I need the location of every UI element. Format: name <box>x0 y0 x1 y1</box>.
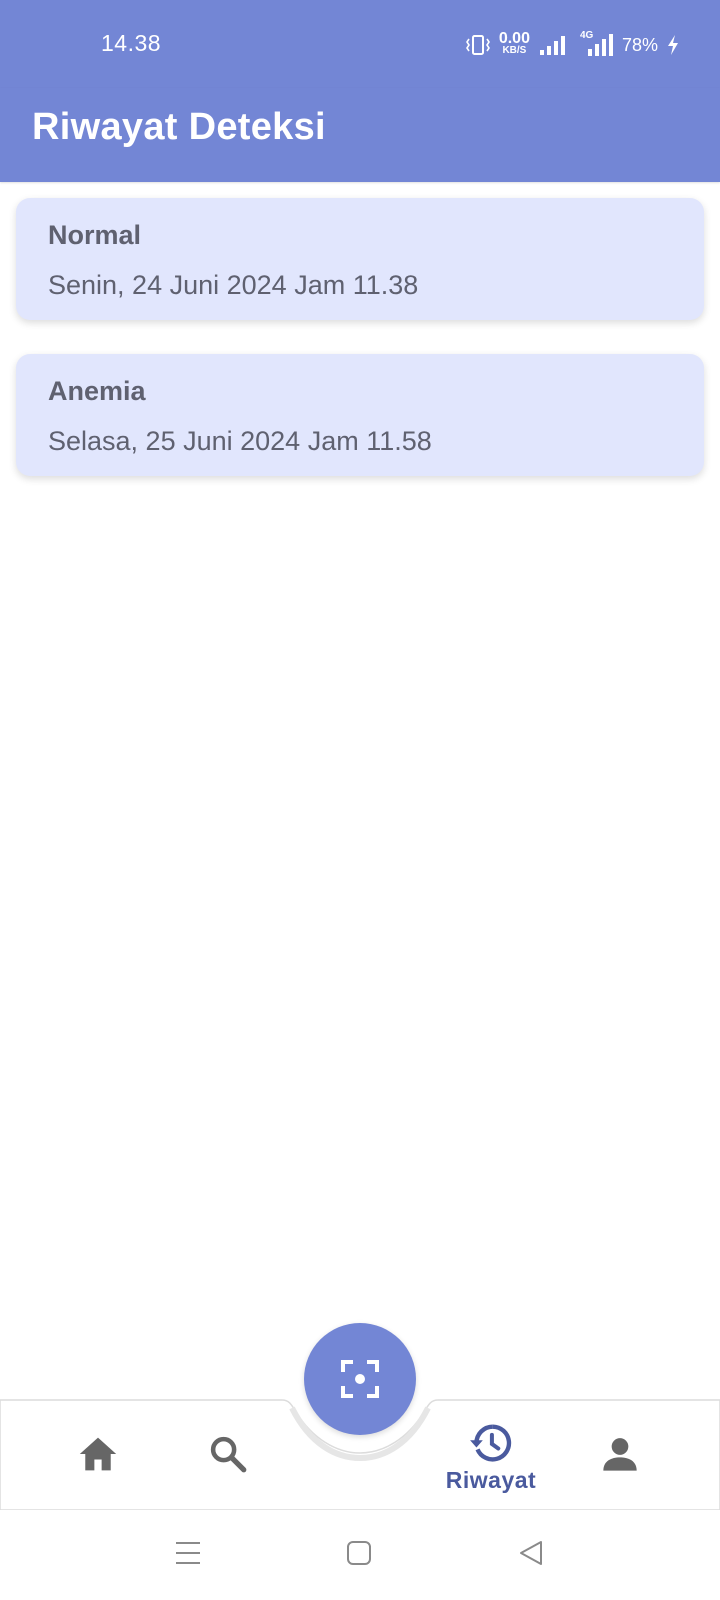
detection-result: Normal <box>48 220 142 250</box>
status-icons: 0.00 KB/S 4G 78% <box>465 30 680 60</box>
status-bar: 14.38 0.00 KB/S 4G 78% <box>0 0 720 88</box>
app-bar: Riwayat Deteksi <box>0 88 720 182</box>
home-button-icon[interactable] <box>346 1540 372 1566</box>
signal-icon <box>539 36 565 55</box>
recent-apps-icon[interactable] <box>174 1540 202 1566</box>
history-card[interactable]: Anemia Selasa, 25 Juni 2024 Jam 11.58 <box>16 354 704 476</box>
vibrate-icon <box>465 35 490 55</box>
detection-datetime: Senin, 24 Juni 2024 Jam 11.38 <box>48 270 419 300</box>
nav-item-profile[interactable] <box>590 1424 650 1484</box>
net-speed: 0.00 KB/S <box>498 30 530 57</box>
charging-icon <box>668 35 678 55</box>
scan-focus-icon <box>341 1360 379 1398</box>
person-icon <box>603 1438 637 1471</box>
page-title: Riwayat Deteksi <box>32 106 326 148</box>
back-button-icon[interactable] <box>518 1540 544 1566</box>
system-navigation-bar <box>0 1510 720 1600</box>
detection-datetime: Selasa, 25 Juni 2024 Jam 11.58 <box>48 426 432 456</box>
history-icon <box>470 1423 512 1462</box>
net-speed-unit: KB/S <box>502 45 527 56</box>
detection-result: Anemia <box>48 376 146 406</box>
net-speed-value: 0.00 <box>498 30 530 47</box>
nav-item-home[interactable] <box>68 1424 128 1484</box>
nav-item-search[interactable] <box>198 1424 258 1484</box>
home-icon <box>79 1437 117 1471</box>
search-icon <box>210 1436 247 1473</box>
status-time: 14.38 <box>101 30 162 56</box>
signal-4g-icon: 4G <box>576 30 614 57</box>
scan-fab-button[interactable] <box>304 1323 416 1435</box>
history-card[interactable]: Normal Senin, 24 Juni 2024 Jam 11.38 <box>16 198 704 320</box>
battery-percent: 78% <box>621 34 658 55</box>
nav-item-riwayat[interactable]: Riwayat <box>436 1416 546 1500</box>
nav-label-riwayat: Riwayat <box>445 1466 537 1493</box>
